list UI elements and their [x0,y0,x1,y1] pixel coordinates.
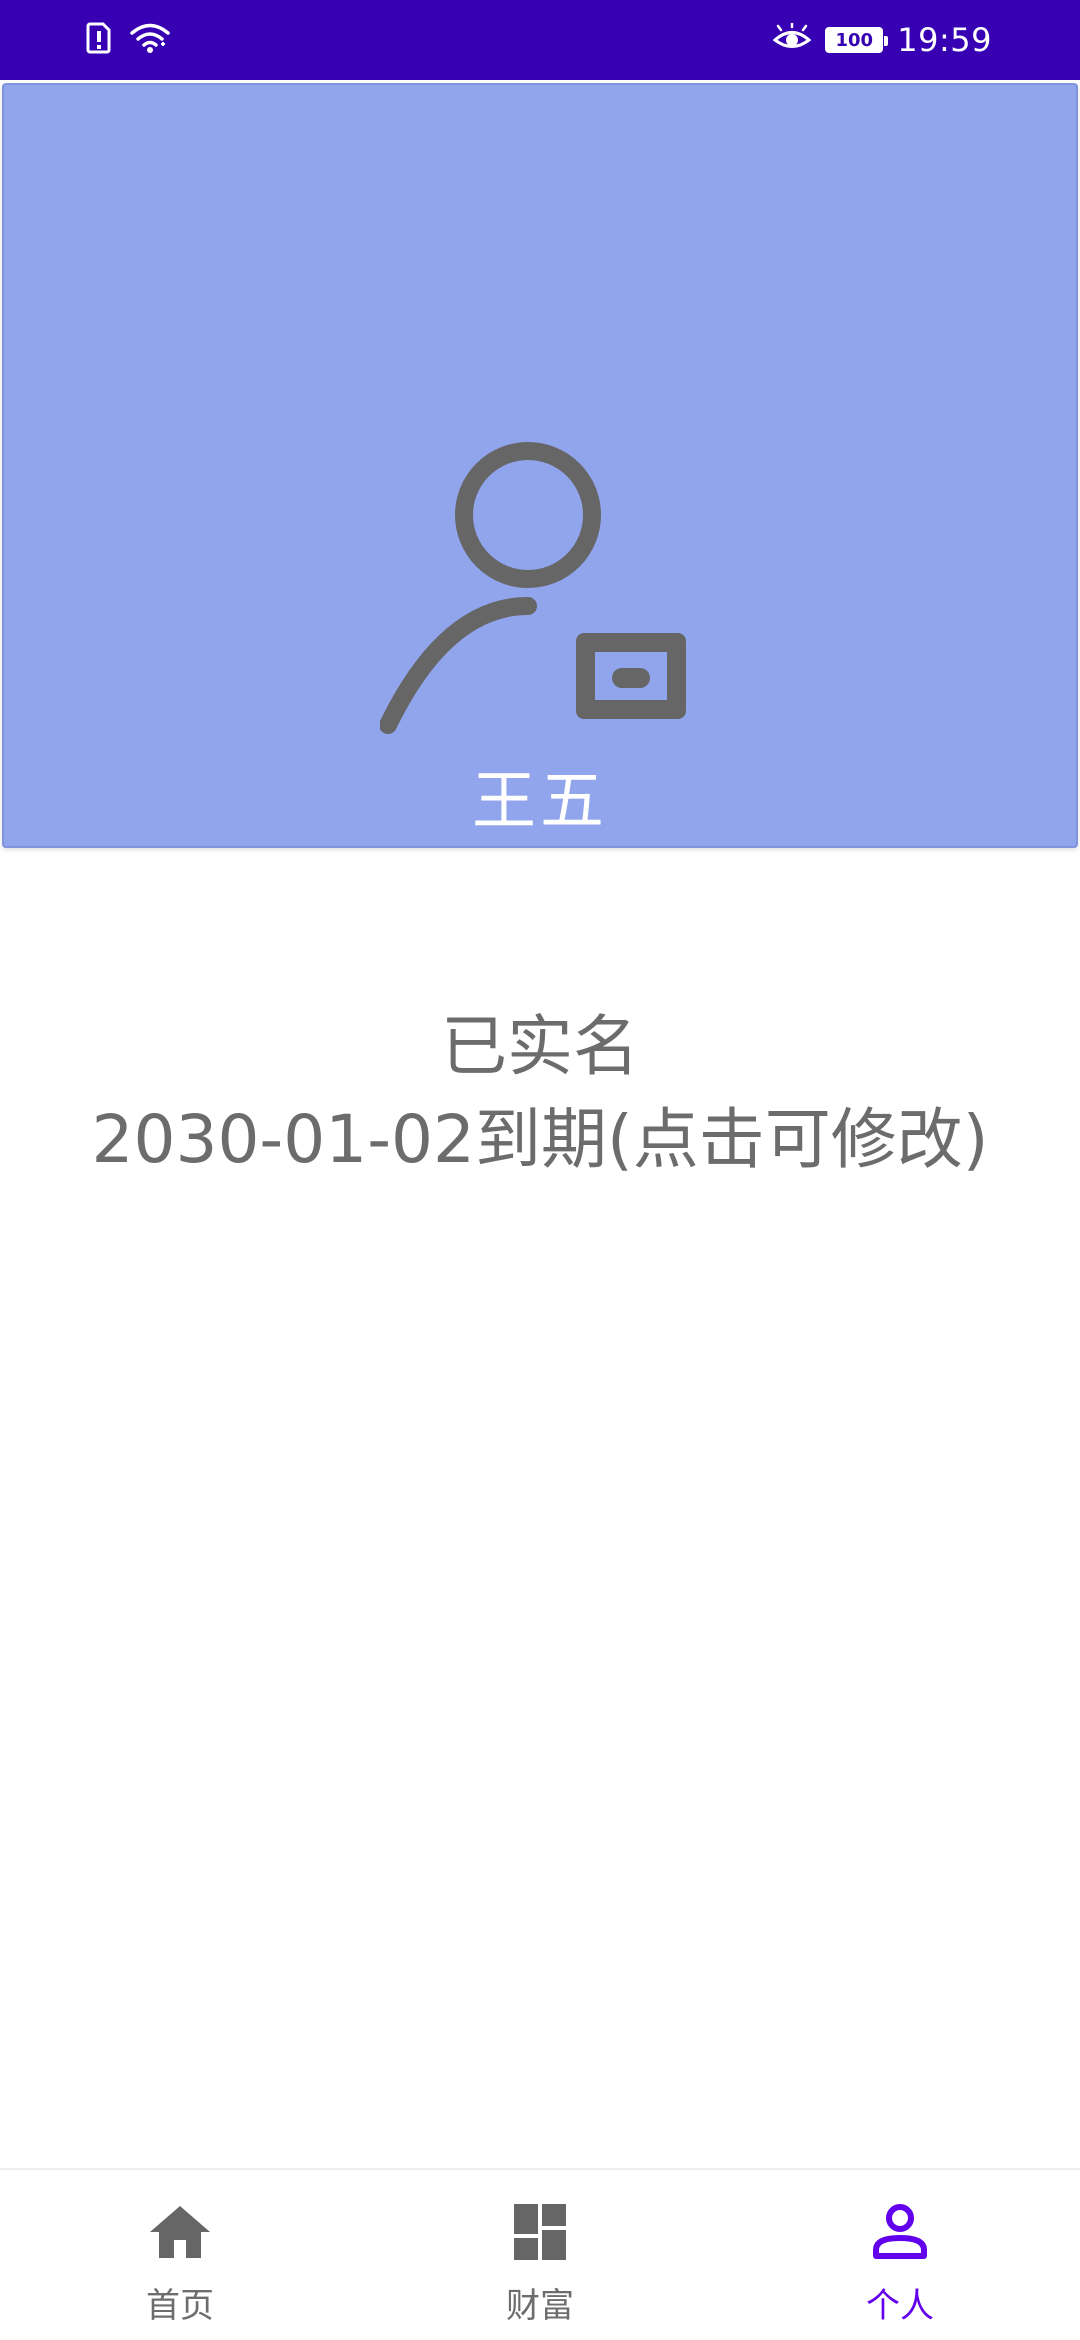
nav-item-personal[interactable]: 个人 [720,2170,1080,2340]
nav-item-home[interactable]: 首页 [0,2170,360,2340]
sim-alert-icon [86,22,112,58]
home-icon [148,2200,212,2264]
verification-status: 已实名 [441,1008,639,1085]
wifi-icon [130,22,170,58]
nav-item-wealth[interactable]: 财富 [360,2170,720,2340]
status-bar-left [86,22,170,58]
dashboard-icon [508,2200,572,2264]
status-bar: 100 19:59 [0,0,1080,80]
battery-icon: 100 [825,27,889,53]
user-name: 王五 [472,765,608,839]
status-time: 19:59 [897,21,992,59]
nav-label-home: 首页 [146,2286,214,2326]
status-bar-right: 100 19:59 [772,20,992,60]
expire-date-link[interactable]: 2030-01-02到期(点击可修改) [0,1095,1080,1185]
person-icon [868,2200,932,2264]
nav-label-personal: 个人 [866,2286,934,2326]
eye-icon [772,21,812,57]
bottom-navigation: 首页 财富 个人 [0,2168,1080,2340]
user-id-card-icon[interactable] [379,400,700,740]
nav-label-wealth: 财富 [506,2286,574,2326]
